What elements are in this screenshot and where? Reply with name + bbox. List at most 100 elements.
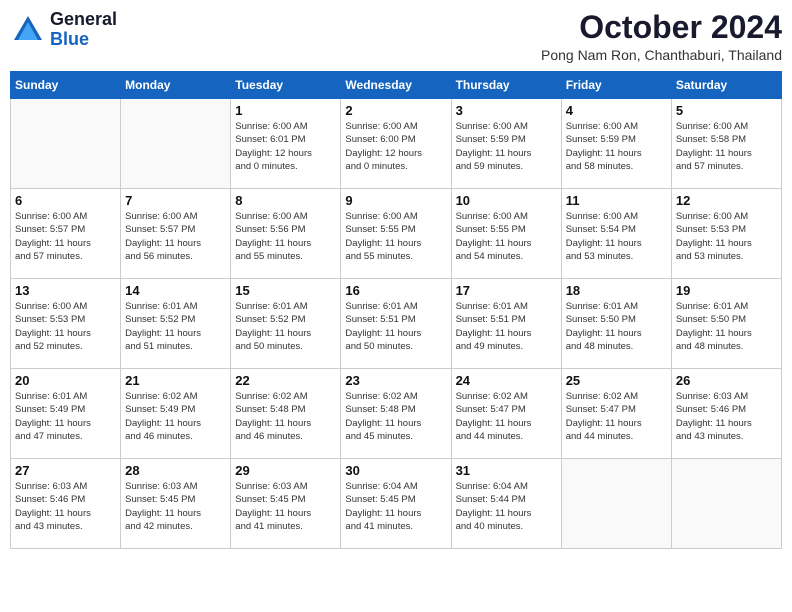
calendar-day-cell: 16 Sunrise: 6:01 AM Sunset: 5:51 PM Dayli… [341, 279, 451, 369]
day-detail: Sunrise: 6:03 AM Sunset: 5:46 PM Dayligh… [15, 480, 116, 533]
day-number: 17 [456, 283, 557, 298]
day-detail: Sunrise: 6:01 AM Sunset: 5:49 PM Dayligh… [15, 390, 116, 443]
calendar-day-cell: 7 Sunrise: 6:00 AM Sunset: 5:57 PM Daylig… [121, 189, 231, 279]
day-detail: Sunrise: 6:00 AM Sunset: 5:53 PM Dayligh… [676, 210, 777, 263]
day-number: 7 [125, 193, 226, 208]
day-number: 28 [125, 463, 226, 478]
calendar-day-cell: 25 Sunrise: 6:02 AM Sunset: 5:47 PM Dayli… [561, 369, 671, 459]
calendar-day-cell [561, 459, 671, 549]
day-detail: Sunrise: 6:04 AM Sunset: 5:44 PM Dayligh… [456, 480, 557, 533]
day-number: 5 [676, 103, 777, 118]
calendar-day-cell: 2 Sunrise: 6:00 AM Sunset: 6:00 PM Daylig… [341, 99, 451, 189]
day-number: 12 [676, 193, 777, 208]
calendar-day-cell: 8 Sunrise: 6:00 AM Sunset: 5:56 PM Daylig… [231, 189, 341, 279]
calendar-day-cell: 5 Sunrise: 6:00 AM Sunset: 5:58 PM Daylig… [671, 99, 781, 189]
calendar-day-cell: 11 Sunrise: 6:00 AM Sunset: 5:54 PM Dayli… [561, 189, 671, 279]
day-number: 8 [235, 193, 336, 208]
page-header: General Blue October 2024 Pong Nam Ron, … [10, 10, 782, 63]
calendar-week-row: 20Sunrise: 6:01 AM Sunset: 5:49 PM Dayli… [11, 369, 782, 459]
day-number: 14 [125, 283, 226, 298]
calendar-day-cell: 24 Sunrise: 6:02 AM Sunset: 5:47 PM Dayli… [451, 369, 561, 459]
calendar-day-cell: 19Sunrise: 6:01 AM Sunset: 5:50 PM Dayli… [671, 279, 781, 369]
day-number: 10 [456, 193, 557, 208]
day-detail: Sunrise: 6:04 AM Sunset: 5:45 PM Dayligh… [345, 480, 446, 533]
weekday-header: Tuesday [231, 72, 341, 99]
location-title: Pong Nam Ron, Chanthaburi, Thailand [541, 47, 782, 63]
day-number: 3 [456, 103, 557, 118]
day-detail: Sunrise: 6:00 AM Sunset: 5:57 PM Dayligh… [125, 210, 226, 263]
day-number: 4 [566, 103, 667, 118]
day-number: 9 [345, 193, 446, 208]
weekday-header: Saturday [671, 72, 781, 99]
day-detail: Sunrise: 6:01 AM Sunset: 5:51 PM Dayligh… [456, 300, 557, 353]
day-number: 25 [566, 373, 667, 388]
calendar-day-cell: 3Sunrise: 6:00 AM Sunset: 5:59 PM Daylig… [451, 99, 561, 189]
calendar-day-cell: 29Sunrise: 6:03 AM Sunset: 5:45 PM Dayli… [231, 459, 341, 549]
calendar-header-row: SundayMondayTuesdayWednesdayThursdayFrid… [11, 72, 782, 99]
day-number: 30 [345, 463, 446, 478]
weekday-header: Monday [121, 72, 231, 99]
day-detail: Sunrise: 6:01 AM Sunset: 5:50 PM Dayligh… [676, 300, 777, 353]
calendar-day-cell: 17 Sunrise: 6:01 AM Sunset: 5:51 PM Dayli… [451, 279, 561, 369]
calendar-day-cell [121, 99, 231, 189]
day-detail: Sunrise: 6:00 AM Sunset: 5:58 PM Dayligh… [676, 120, 777, 173]
calendar-day-cell: 6 Sunrise: 6:00 AM Sunset: 5:57 PM Daylig… [11, 189, 121, 279]
calendar-day-cell: 20Sunrise: 6:01 AM Sunset: 5:49 PM Dayli… [11, 369, 121, 459]
day-number: 16 [345, 283, 446, 298]
day-detail: Sunrise: 6:00 AM Sunset: 5:54 PM Dayligh… [566, 210, 667, 263]
day-number: 18 [566, 283, 667, 298]
weekday-header: Friday [561, 72, 671, 99]
calendar-day-cell [671, 459, 781, 549]
day-number: 11 [566, 193, 667, 208]
calendar-day-cell: 12 Sunrise: 6:00 AM Sunset: 5:53 PM Dayli… [671, 189, 781, 279]
logo-icon [10, 12, 46, 48]
day-detail: Sunrise: 6:01 AM Sunset: 5:51 PM Dayligh… [345, 300, 446, 353]
calendar-week-row: 1Sunrise: 6:00 AM Sunset: 6:01 PM Daylig… [11, 99, 782, 189]
calendar-day-cell: 23Sunrise: 6:02 AM Sunset: 5:48 PM Dayli… [341, 369, 451, 459]
day-number: 24 [456, 373, 557, 388]
day-number: 6 [15, 193, 116, 208]
day-detail: Sunrise: 6:01 AM Sunset: 5:52 PM Dayligh… [125, 300, 226, 353]
calendar-day-cell: 26Sunrise: 6:03 AM Sunset: 5:46 PM Dayli… [671, 369, 781, 459]
calendar-day-cell: 1Sunrise: 6:00 AM Sunset: 6:01 PM Daylig… [231, 99, 341, 189]
calendar-day-cell: 15 Sunrise: 6:01 AM Sunset: 5:52 PM Dayli… [231, 279, 341, 369]
weekday-header: Sunday [11, 72, 121, 99]
calendar-day-cell: 21Sunrise: 6:02 AM Sunset: 5:49 PM Dayli… [121, 369, 231, 459]
day-detail: Sunrise: 6:02 AM Sunset: 5:48 PM Dayligh… [345, 390, 446, 443]
weekday-header: Thursday [451, 72, 561, 99]
calendar-day-cell: 31 Sunrise: 6:04 AM Sunset: 5:44 PM Dayli… [451, 459, 561, 549]
day-number: 26 [676, 373, 777, 388]
calendar-day-cell: 14 Sunrise: 6:01 AM Sunset: 5:52 PM Dayli… [121, 279, 231, 369]
day-detail: Sunrise: 6:00 AM Sunset: 6:00 PM Dayligh… [345, 120, 446, 173]
day-number: 22 [235, 373, 336, 388]
calendar-day-cell: 4 Sunrise: 6:00 AM Sunset: 5:59 PM Daylig… [561, 99, 671, 189]
day-number: 2 [345, 103, 446, 118]
day-detail: Sunrise: 6:02 AM Sunset: 5:47 PM Dayligh… [456, 390, 557, 443]
day-number: 15 [235, 283, 336, 298]
calendar-week-row: 27 Sunrise: 6:03 AM Sunset: 5:46 PM Dayli… [11, 459, 782, 549]
logo: General Blue [10, 10, 117, 50]
day-detail: Sunrise: 6:00 AM Sunset: 5:57 PM Dayligh… [15, 210, 116, 263]
calendar-day-cell: 10 Sunrise: 6:00 AM Sunset: 5:55 PM Dayli… [451, 189, 561, 279]
day-number: 27 [15, 463, 116, 478]
calendar-week-row: 13Sunrise: 6:00 AM Sunset: 5:53 PM Dayli… [11, 279, 782, 369]
calendar-day-cell: 13Sunrise: 6:00 AM Sunset: 5:53 PM Dayli… [11, 279, 121, 369]
calendar-day-cell [11, 99, 121, 189]
calendar-week-row: 6 Sunrise: 6:00 AM Sunset: 5:57 PM Daylig… [11, 189, 782, 279]
calendar-day-cell: 22Sunrise: 6:02 AM Sunset: 5:48 PM Dayli… [231, 369, 341, 459]
day-detail: Sunrise: 6:00 AM Sunset: 6:01 PM Dayligh… [235, 120, 336, 173]
day-number: 31 [456, 463, 557, 478]
day-detail: Sunrise: 6:00 AM Sunset: 5:56 PM Dayligh… [235, 210, 336, 263]
calendar-day-cell: 30 Sunrise: 6:04 AM Sunset: 5:45 PM Dayli… [341, 459, 451, 549]
day-detail: Sunrise: 6:00 AM Sunset: 5:59 PM Dayligh… [566, 120, 667, 173]
day-number: 29 [235, 463, 336, 478]
calendar-day-cell: 28 Sunrise: 6:03 AM Sunset: 5:45 PM Dayli… [121, 459, 231, 549]
day-detail: Sunrise: 6:00 AM Sunset: 5:55 PM Dayligh… [456, 210, 557, 263]
weekday-header: Wednesday [341, 72, 451, 99]
day-detail: Sunrise: 6:02 AM Sunset: 5:47 PM Dayligh… [566, 390, 667, 443]
title-block: October 2024 Pong Nam Ron, Chanthaburi, … [541, 10, 782, 63]
day-detail: Sunrise: 6:03 AM Sunset: 5:45 PM Dayligh… [125, 480, 226, 533]
day-detail: Sunrise: 6:00 AM Sunset: 5:55 PM Dayligh… [345, 210, 446, 263]
day-detail: Sunrise: 6:01 AM Sunset: 5:52 PM Dayligh… [235, 300, 336, 353]
day-number: 21 [125, 373, 226, 388]
